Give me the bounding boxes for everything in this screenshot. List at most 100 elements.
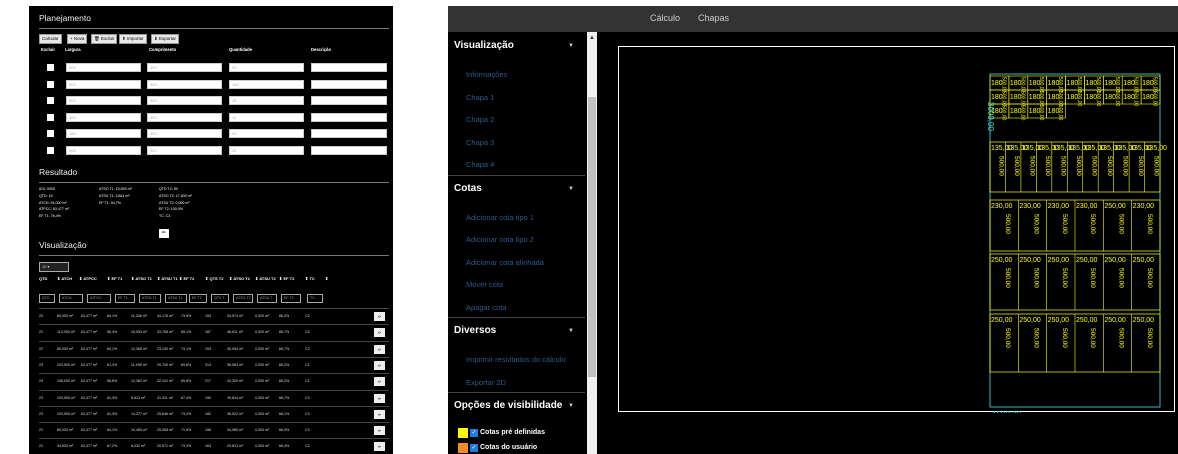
drawing-canvas[interactable]: 3000,001500,00180500,00180500,00180500,0…	[618, 46, 1175, 419]
calculate-button[interactable]: Calcular	[39, 34, 62, 44]
table-header[interactable]: ⬍	[325, 276, 328, 281]
column-filter[interactable]: EF T1	[115, 294, 135, 303]
sidebar-link[interactable]: Informações	[466, 70, 507, 79]
description-input[interactable]	[311, 146, 387, 155]
column-filter[interactable]: QTS T	[211, 294, 229, 303]
chevron-down-icon[interactable]: ▼	[568, 328, 574, 334]
row-edit-button[interactable]: ✏	[374, 377, 385, 387]
width-input[interactable]: 200	[66, 146, 141, 155]
delete-checkbox[interactable]	[47, 113, 54, 121]
row-edit-button[interactable]: ✏	[374, 426, 385, 436]
sidebar-link[interactable]: Adicionar cota tipo 1	[466, 213, 534, 222]
export-button[interactable]: ⬇ Exportar	[151, 34, 180, 44]
delete-checkbox[interactable]	[47, 80, 54, 88]
table-header[interactable]: ⬍ QTS T2	[205, 276, 223, 281]
description-input[interactable]	[311, 79, 387, 89]
chevron-down-icon[interactable]: ▼	[568, 43, 574, 49]
sidebar-link[interactable]: Chapa 3	[466, 138, 494, 147]
table-header[interactable]: QTD	[39, 276, 47, 281]
table-header[interactable]: ⬍ EF T2	[179, 276, 194, 281]
section-title[interactable]: Cotas	[454, 183, 482, 194]
page-size-select[interactable]: 10 ▾	[39, 262, 69, 272]
width-input[interactable]: 300	[66, 79, 141, 89]
quantity-input[interactable]: 20	[229, 63, 304, 72]
scroll-up-icon[interactable]: ▲	[589, 35, 595, 41]
delete-checkbox[interactable]	[47, 64, 54, 71]
table-header[interactable]: ⬍ ATSO T1	[131, 276, 152, 281]
column-filter[interactable]: TC	[307, 294, 323, 303]
row-edit-button[interactable]: ✏	[374, 409, 385, 419]
width-input[interactable]: 300	[66, 112, 141, 122]
description-input[interactable]	[311, 129, 387, 139]
column-filter[interactable]: ATCH	[59, 294, 83, 303]
length-input[interactable]: 300	[147, 146, 222, 155]
length-input[interactable]: 300	[147, 112, 222, 122]
edit-result-button[interactable]: ✏	[159, 229, 169, 238]
column-filter[interactable]: ATPCC	[87, 294, 111, 303]
column-filter[interactable]: EF T2	[189, 294, 207, 303]
visibility-option[interactable]: ✓ Cotas pré definidas	[458, 428, 545, 438]
column-filter[interactable]: ATSO T1	[139, 294, 161, 303]
row-edit-button[interactable]: ✏	[374, 360, 385, 370]
sidebar-link[interactable]: Exportar 2D	[466, 378, 506, 387]
nav-calculo[interactable]: Cálculo	[650, 13, 680, 23]
description-input[interactable]	[311, 112, 387, 122]
column-filter[interactable]: EF T2	[281, 294, 301, 303]
row-edit-button[interactable]: ✏	[374, 328, 385, 338]
sidebar-link[interactable]: Apagar cota	[466, 303, 506, 312]
quantity-input[interactable]: 10	[229, 112, 304, 122]
chevron-down-icon[interactable]: ▼	[568, 403, 574, 409]
row-edit-button[interactable]: ✏	[374, 393, 385, 403]
quantity-input[interactable]: 30	[229, 146, 304, 155]
section-title[interactable]: Opções de visibilidade	[454, 400, 562, 411]
quantity-input[interactable]: 20	[229, 129, 304, 139]
sidebar-link[interactable]: Adicionar cota tipo 2	[466, 235, 534, 244]
table-header[interactable]: ⬍ ATSU T1	[157, 276, 178, 281]
width-input[interactable]: 200	[66, 63, 141, 72]
table-header[interactable]: ⬍ ATSO T2	[229, 276, 250, 281]
table-header[interactable]: ⬍ TC	[305, 276, 315, 281]
sidebar-link[interactable]: Chapa 4	[466, 160, 494, 169]
table-header[interactable]: ⬍ ATCH	[57, 276, 72, 281]
sidebar-link[interactable]: Imprimir resultados do cálculo	[466, 355, 566, 364]
delete-checkbox[interactable]	[47, 147, 54, 154]
column-filter[interactable]: ATSU T1	[165, 294, 187, 303]
table-header[interactable]: ⬍ ATPCC	[79, 276, 97, 281]
visibility-option[interactable]: ✓ Cotas do usuário	[458, 443, 537, 453]
column-filter[interactable]: ATSO T2	[233, 294, 253, 303]
width-input[interactable]: 300	[66, 96, 141, 106]
length-input[interactable]: 300	[147, 96, 222, 106]
scrollbar-thumb[interactable]	[588, 97, 596, 377]
delete-checkbox[interactable]	[47, 97, 54, 105]
column-filter[interactable]: ATSU T	[257, 294, 277, 303]
width-input[interactable]: 180	[66, 129, 141, 139]
sidebar-link[interactable]: Chapa 1	[466, 93, 494, 102]
length-input[interactable]: 300	[147, 129, 222, 139]
length-input[interactable]: 300	[147, 79, 222, 89]
row-edit-button[interactable]: ✏	[374, 442, 385, 452]
description-input[interactable]	[311, 63, 387, 72]
table-header[interactable]: ⬍ ATSU T2	[255, 276, 276, 281]
table-header[interactable]: ⬍ EF T2	[279, 276, 294, 281]
delete-checkbox[interactable]	[47, 130, 54, 138]
quantity-input[interactable]: 25	[229, 96, 304, 106]
section-title[interactable]: Visualização	[454, 40, 514, 51]
table-header[interactable]: ⬍ EF T1	[107, 276, 122, 281]
length-input[interactable]: 300	[147, 63, 222, 72]
delete-button[interactable]: 🗑 Excluir	[91, 34, 118, 44]
description-input[interactable]	[311, 96, 387, 106]
new-button[interactable]: + Nova	[67, 34, 88, 44]
column-filter[interactable]: QTD	[39, 294, 55, 303]
sidebar-link[interactable]: Mover cota	[466, 280, 503, 289]
checkbox-icon[interactable]: ✓	[470, 429, 478, 437]
import-button[interactable]: ⬆ Importar	[119, 34, 147, 44]
sidebar-link[interactable]: Adicionar cota alinhada	[466, 258, 544, 267]
nav-chapas[interactable]: Chapas	[698, 13, 729, 23]
sidebar-link[interactable]: Chapa 2	[466, 115, 494, 124]
sidebar-scrollbar[interactable]: ▲	[587, 32, 597, 454]
quantity-input[interactable]: 100	[229, 79, 304, 89]
row-edit-button[interactable]: ✏	[374, 344, 385, 354]
section-title[interactable]: Diversos	[454, 325, 496, 336]
checkbox-icon[interactable]: ✓	[470, 444, 478, 452]
chevron-down-icon[interactable]: ▼	[568, 186, 574, 192]
